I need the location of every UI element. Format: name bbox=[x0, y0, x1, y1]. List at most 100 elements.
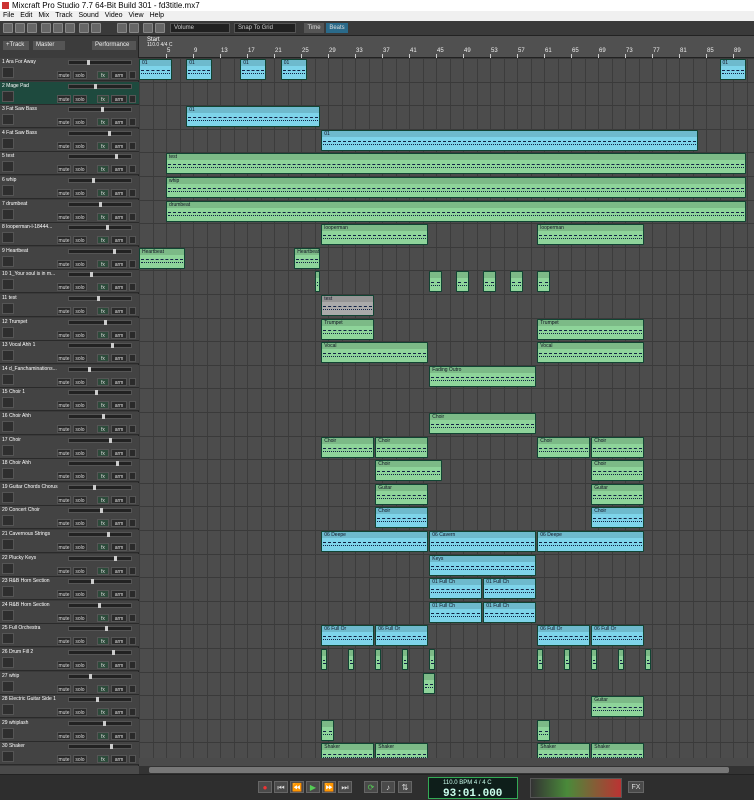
menu-mix[interactable]: Mix bbox=[35, 11, 52, 21]
audio-clip[interactable] bbox=[402, 649, 408, 670]
track-name[interactable]: 17 Choir bbox=[2, 437, 66, 443]
track-name[interactable]: 27 whip bbox=[2, 673, 66, 679]
solo-button[interactable]: solo bbox=[73, 684, 87, 693]
mute-button[interactable]: mute bbox=[57, 613, 71, 622]
settings-gear-icon[interactable] bbox=[155, 23, 165, 33]
volume-fader[interactable] bbox=[68, 248, 132, 254]
horizontal-scrollbar[interactable] bbox=[139, 766, 754, 774]
master-fx-button[interactable]: FX bbox=[628, 781, 644, 793]
instrument-icon[interactable] bbox=[2, 397, 14, 409]
instrument-icon[interactable] bbox=[2, 751, 14, 763]
audio-clip[interactable]: 06 Full Or bbox=[321, 625, 375, 647]
volume-fader[interactable] bbox=[68, 225, 132, 231]
track-name[interactable]: 29 whiplash bbox=[2, 720, 66, 726]
instrument-icon[interactable] bbox=[2, 586, 14, 598]
solo-button[interactable]: solo bbox=[73, 94, 87, 103]
instrument-icon[interactable] bbox=[2, 255, 14, 267]
track-header[interactable]: 10 1_Your soul is in m... mute solo fx arm bbox=[0, 270, 139, 294]
track-menu-dropdown[interactable] bbox=[129, 684, 136, 693]
audio-clip[interactable]: Vocal bbox=[321, 342, 429, 364]
volume-fader[interactable] bbox=[68, 650, 132, 655]
track-name[interactable]: 22 Plucky Keys bbox=[2, 555, 66, 561]
fader-knob[interactable] bbox=[114, 555, 117, 561]
instrument-icon[interactable] bbox=[2, 539, 14, 550]
instrument-icon[interactable] bbox=[2, 562, 14, 574]
volume-fader[interactable] bbox=[68, 107, 132, 113]
audio-clip[interactable] bbox=[591, 649, 597, 670]
solo-button[interactable]: solo bbox=[73, 637, 87, 646]
track-menu-dropdown[interactable] bbox=[129, 94, 136, 103]
rewind-icon[interactable]: ⏪ bbox=[290, 781, 304, 793]
track-menu-dropdown[interactable] bbox=[129, 307, 136, 315]
track-menu-dropdown[interactable] bbox=[129, 543, 136, 551]
instrument-icon[interactable] bbox=[2, 657, 14, 668]
copy-icon[interactable] bbox=[53, 23, 63, 33]
track-header[interactable]: 27 whip mute solo fx arm bbox=[0, 671, 139, 695]
instrument-icon[interactable] bbox=[2, 468, 14, 480]
solo-button[interactable]: solo bbox=[73, 189, 87, 197]
instrument-icon[interactable] bbox=[2, 90, 14, 102]
audio-clip[interactable]: 06 Full Or bbox=[375, 625, 429, 647]
track-name[interactable]: 3 Fat Saw Bass bbox=[2, 106, 66, 112]
audio-clip[interactable] bbox=[314, 271, 321, 293]
instrument-icon[interactable] bbox=[2, 491, 14, 503]
fx-button[interactable]: fx bbox=[97, 661, 109, 669]
volume-fader[interactable] bbox=[68, 532, 132, 537]
fader-knob[interactable] bbox=[108, 130, 111, 136]
fx-button[interactable]: fx bbox=[97, 472, 109, 481]
arm-button[interactable]: arm bbox=[111, 495, 127, 504]
arm-button[interactable]: arm bbox=[111, 755, 127, 764]
audio-clip[interactable]: Choir bbox=[375, 436, 429, 458]
track-header[interactable]: 2 Mage Pad mute solo fx arm bbox=[0, 81, 139, 105]
fx-button[interactable]: fx bbox=[97, 259, 109, 268]
metronome-icon[interactable] bbox=[143, 23, 153, 33]
menu-sound[interactable]: Sound bbox=[75, 11, 101, 21]
track-menu-dropdown[interactable] bbox=[129, 283, 136, 292]
new-project-icon[interactable] bbox=[3, 23, 13, 33]
track-header[interactable]: 7 drumbeat mute solo fx arm bbox=[0, 199, 139, 223]
mute-button[interactable]: mute bbox=[57, 141, 71, 150]
fx-button[interactable]: fx bbox=[97, 401, 109, 410]
track-menu-dropdown[interactable] bbox=[129, 566, 136, 575]
arm-button[interactable]: arm bbox=[111, 189, 127, 197]
mute-button[interactable]: mute bbox=[57, 354, 71, 363]
solo-button[interactable]: solo bbox=[73, 259, 87, 268]
track-header[interactable]: 16 Choir Ahh mute solo fx arm bbox=[0, 412, 139, 435]
solo-button[interactable]: solo bbox=[73, 118, 87, 127]
track-header[interactable]: 9 Heartbeat mute solo fx arm bbox=[0, 246, 139, 270]
volume-fader[interactable] bbox=[68, 272, 132, 278]
track-menu-dropdown[interactable] bbox=[129, 731, 136, 740]
arm-button[interactable]: arm bbox=[111, 637, 127, 646]
menu-video[interactable]: Video bbox=[102, 11, 126, 21]
mute-button[interactable]: mute bbox=[57, 566, 71, 575]
volume-fader[interactable] bbox=[68, 319, 132, 325]
audio-clip[interactable] bbox=[483, 271, 496, 293]
mute-button[interactable]: mute bbox=[57, 755, 71, 764]
arm-button[interactable]: arm bbox=[111, 731, 127, 740]
volume-fader[interactable] bbox=[68, 579, 132, 585]
mute-button[interactable]: mute bbox=[57, 236, 71, 245]
solo-button[interactable]: solo bbox=[73, 613, 87, 622]
solo-button[interactable]: solo bbox=[73, 71, 87, 79]
volume-fader[interactable] bbox=[68, 555, 132, 561]
track-menu-dropdown[interactable] bbox=[129, 236, 136, 245]
track-menu-dropdown[interactable] bbox=[129, 141, 136, 150]
instrument-icon[interactable] bbox=[2, 137, 14, 149]
track-header[interactable]: 18 Choir Ahh mute solo fx arm bbox=[0, 459, 139, 483]
track-name[interactable]: 10 1_Your soul is in m... bbox=[2, 271, 66, 277]
fx-button[interactable]: fx bbox=[97, 637, 109, 646]
volume-fader[interactable] bbox=[68, 130, 132, 136]
audio-clip[interactable] bbox=[564, 649, 570, 670]
solo-button[interactable]: solo bbox=[73, 543, 87, 551]
fx-button[interactable]: fx bbox=[97, 236, 109, 245]
fx-button[interactable]: fx bbox=[97, 71, 109, 79]
fader-knob[interactable] bbox=[113, 248, 116, 254]
mute-button[interactable]: mute bbox=[57, 330, 71, 339]
track-menu-dropdown[interactable] bbox=[129, 613, 136, 622]
track-name[interactable]: 26 Drum Fill 2 bbox=[2, 649, 66, 655]
track-header[interactable]: 15 Choir 1 mute solo fx arm bbox=[0, 388, 139, 412]
menu-track[interactable]: Track bbox=[52, 11, 75, 21]
track-menu-dropdown[interactable] bbox=[129, 401, 136, 410]
menu-help[interactable]: Help bbox=[147, 11, 167, 21]
undo-icon[interactable] bbox=[79, 23, 89, 33]
